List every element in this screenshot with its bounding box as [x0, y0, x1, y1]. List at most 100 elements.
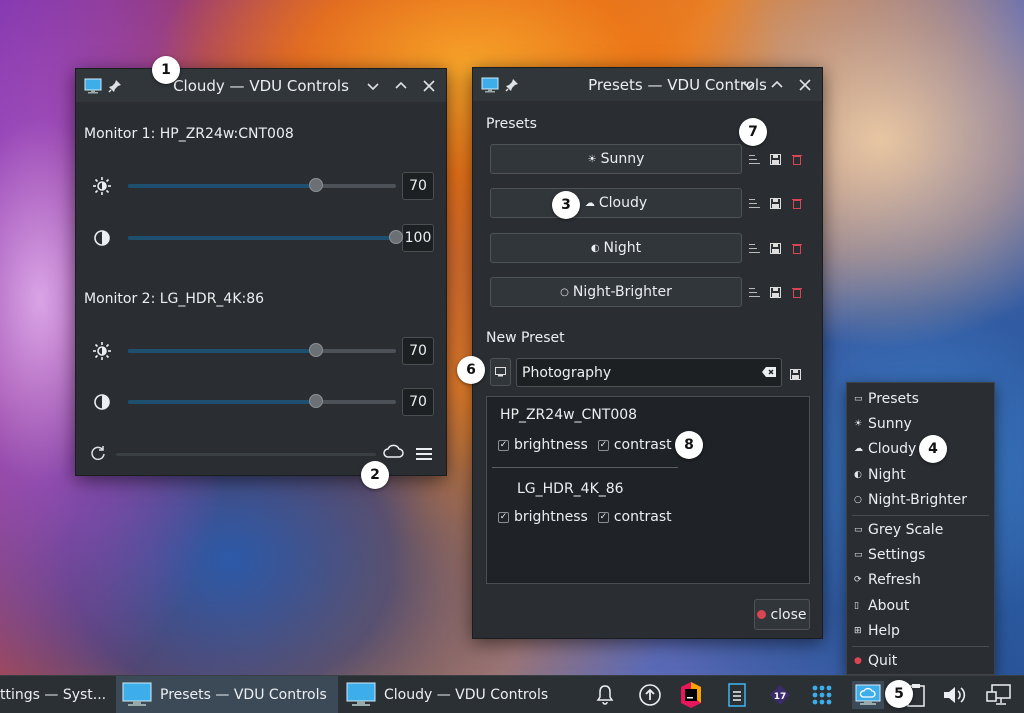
save-preset-icon[interactable] [769, 197, 782, 210]
monitor-1-brightness-value[interactable]: 70 [402, 172, 434, 200]
night-icon: ◐ [854, 470, 862, 480]
close-button[interactable] [418, 75, 440, 97]
delete-preset-icon[interactable] [790, 242, 803, 255]
delete-preset-icon[interactable] [790, 286, 803, 299]
sun-icon: ☀ [854, 419, 863, 429]
maximize-button[interactable] [390, 75, 412, 97]
pin-icon[interactable] [501, 74, 523, 96]
menu-item-sunny[interactable]: ☀ Sunny [854, 413, 912, 435]
refresh-button[interactable] [89, 444, 109, 464]
task-cloudy-window[interactable]: Cloudy — VDU Controls [340, 676, 562, 713]
menu-item-help[interactable]: ⊞ Help [854, 620, 900, 642]
maximize-button[interactable] [766, 74, 788, 96]
menu-item-quit[interactable]: ● Quit [854, 650, 897, 672]
pin-icon[interactable] [104, 75, 126, 97]
minimize-button[interactable] [738, 74, 760, 96]
checkbox-check-icon: ✓ [597, 439, 609, 451]
app-grid-icon[interactable] [808, 681, 836, 709]
volume-icon[interactable] [941, 681, 969, 709]
preset-night-actions [748, 233, 803, 263]
edit-preset-icon[interactable] [748, 197, 761, 210]
quit-icon: ● [854, 656, 862, 666]
edit-preset-icon[interactable] [748, 286, 761, 299]
save-preset-icon[interactable] [769, 286, 782, 299]
annotation-marker-6: 6 [457, 356, 485, 384]
close-button[interactable] [794, 74, 816, 96]
monitor-2-contrast-slider[interactable] [128, 394, 396, 408]
task-presets-window[interactable]: Presets — VDU Controls [116, 676, 338, 713]
preset-cloud-button[interactable] [382, 442, 406, 464]
save-new-preset-button[interactable] [790, 365, 803, 380]
updates-icon[interactable] [636, 681, 664, 709]
save-icon [790, 369, 801, 380]
network-icon[interactable] [985, 681, 1013, 709]
preset-cloudy-button[interactable]: ☁ Cloudy [490, 188, 742, 218]
vdu-controls-tray-icon[interactable] [852, 681, 884, 709]
monitor-2-contrast-value[interactable]: 70 [402, 388, 434, 416]
clear-input-icon[interactable] [762, 365, 776, 381]
menu-item-night-brighter[interactable]: ○ Night-Brighter [854, 489, 967, 511]
jetbrains-toolbox-icon[interactable] [677, 681, 705, 709]
edit-preset-icon[interactable] [748, 153, 761, 166]
preset-label: Sunny [600, 151, 645, 167]
menu-separator [852, 515, 989, 516]
vdu-1-name: HP_ZR24w_CNT008 [500, 407, 638, 423]
monitor-1-brightness-slider[interactable] [128, 178, 396, 192]
close-dialog-button[interactable]: close [754, 599, 810, 630]
slider-handle[interactable] [308, 343, 323, 357]
menu-item-night[interactable]: ◐ Night [854, 464, 906, 486]
circle-icon: ○ [560, 286, 569, 298]
monitor-2-brightness-slider[interactable] [128, 343, 396, 357]
preset-sunny-button[interactable]: ☀ Sunny [490, 144, 742, 174]
vdu-2-brightness-checkbox[interactable]: ✓ brightness [498, 509, 588, 525]
vdu-1-brightness-checkbox[interactable]: ✓ brightness [498, 437, 588, 453]
main-menu-button[interactable] [416, 446, 434, 462]
notifications-bell-icon[interactable] [591, 681, 619, 709]
menu-item-cloudy[interactable]: ☁ Cloudy [854, 438, 916, 460]
presets-icon: ▭ [854, 394, 863, 404]
save-preset-icon[interactable] [769, 242, 782, 255]
delete-preset-icon[interactable] [790, 197, 803, 210]
preset-night-brighter-button[interactable]: ○ Night-Brighter [490, 277, 742, 307]
preset-night-button[interactable]: ◐ Night [490, 233, 742, 263]
app-badge-icon[interactable]: 17 [766, 681, 794, 709]
annotation-marker-5: 5 [885, 680, 913, 708]
slider-handle[interactable] [308, 394, 323, 408]
menu-item-refresh[interactable]: ⟳ Refresh [854, 569, 921, 591]
menu-item-about[interactable]: ▯ About [854, 595, 909, 617]
preset-name-input[interactable]: Photography [516, 358, 782, 387]
minimize-button[interactable] [362, 75, 384, 97]
menu-item-settings[interactable]: ▭ Settings [854, 544, 925, 566]
night-icon: ◐ [590, 242, 600, 254]
edit-preset-icon[interactable] [748, 242, 761, 255]
checkbox-check-icon: ✓ [498, 439, 509, 451]
monitor-1-contrast-slider[interactable] [128, 230, 403, 244]
monitor-2-label: Monitor 2: LG_HDR_4K:86 [84, 291, 265, 307]
monitor-2-brightness-value[interactable]: 70 [402, 337, 434, 365]
preset-name-value: Photography [522, 364, 612, 381]
settings-icon: ▭ [854, 550, 863, 560]
presets-window-titlebar[interactable]: Presets — VDU Controls [473, 68, 822, 101]
sun-icon: ☀ [587, 153, 597, 165]
menu-item-grey-scale[interactable]: ▭ Grey Scale [854, 519, 943, 541]
about-icon: ▯ [854, 601, 859, 611]
vdu-2-contrast-checkbox[interactable]: ✓ contrast [597, 509, 672, 525]
menu-separator [852, 646, 989, 647]
document-icon[interactable] [723, 681, 751, 709]
monitor-1-contrast-value[interactable]: 100 [402, 224, 434, 252]
cloud-icon: ☁ [854, 444, 863, 454]
menu-item-presets[interactable]: ▭ Presets [854, 388, 919, 410]
delete-preset-icon[interactable] [790, 153, 803, 166]
slider-handle[interactable] [389, 230, 403, 244]
vdu-1-contrast-checkbox[interactable]: ✓ contrast [597, 437, 672, 453]
checkbox-check-icon: ✓ [597, 511, 609, 523]
preset-icon-chooser-button[interactable] [490, 358, 511, 386]
refresh-icon [91, 446, 105, 461]
monitor-app-icon [82, 75, 104, 97]
annotation-marker-4: 4 [919, 435, 947, 463]
slider-handle[interactable] [308, 178, 323, 192]
save-preset-icon[interactable] [769, 153, 782, 166]
main-window-titlebar[interactable]: Cloudy — VDU Controls [76, 69, 446, 102]
contrast-icon [90, 390, 114, 414]
task-system-settings[interactable]: ttings — Syst... [0, 676, 115, 713]
